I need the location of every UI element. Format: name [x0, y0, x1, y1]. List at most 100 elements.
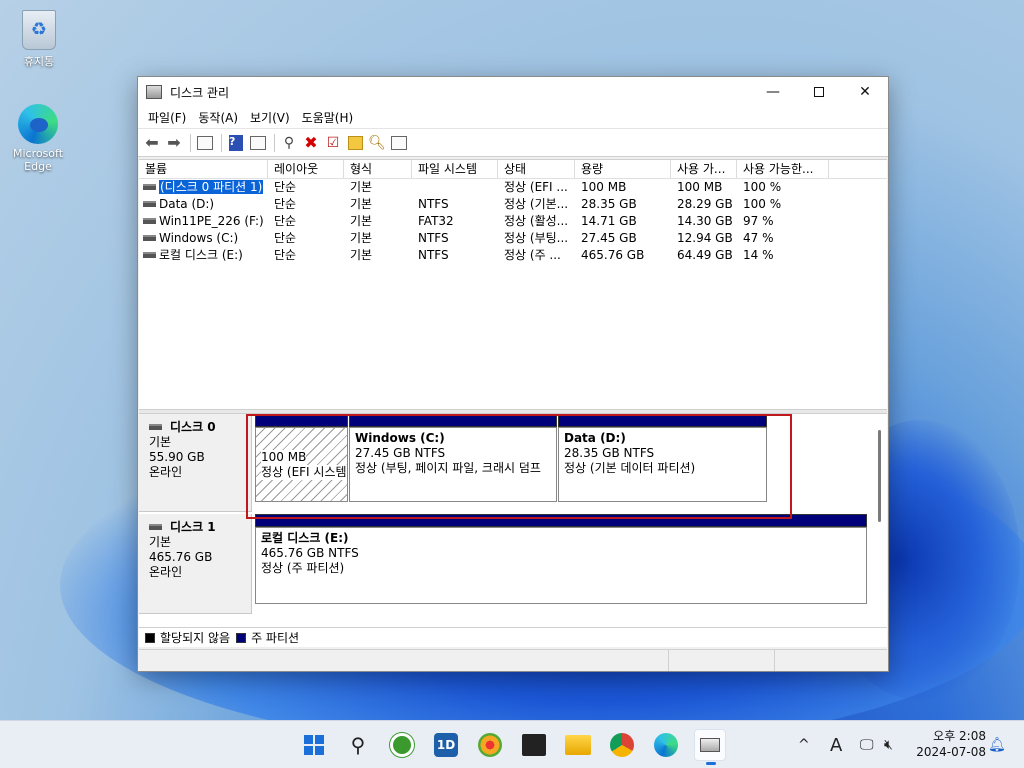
- disk-name: 디스크 1: [149, 520, 251, 535]
- volume-cell-text: 14.30 GB: [677, 214, 733, 228]
- menu-view[interactable]: 보기(V): [244, 109, 296, 126]
- volume-row[interactable]: (디스크 0 파티션 1) 단순 기본 정상 (EFI ... 100 MB 100 MB…: [139, 179, 887, 196]
- volume-cell-free: 12.94 GB: [671, 230, 737, 247]
- utorrent-button[interactable]: [386, 729, 418, 761]
- onedrive-app-button[interactable]: 1D: [430, 729, 462, 761]
- disk-icon: [149, 524, 162, 530]
- col-type[interactable]: 형식: [344, 160, 412, 178]
- disk-size: 55.90 GB: [149, 450, 205, 464]
- partition-size: 100 MB: [261, 450, 307, 465]
- network-icon[interactable]: 🖵︎: [860, 721, 874, 768]
- chrome-button[interactable]: [606, 729, 638, 761]
- col-free[interactable]: 사용 가...: [671, 160, 737, 178]
- partition-size: 465.76 GB NTFS: [261, 546, 359, 560]
- disk-management-taskbar-button[interactable]: [694, 729, 726, 765]
- col-volume[interactable]: 볼륨: [139, 160, 268, 178]
- volume-icon: [143, 252, 156, 258]
- volume-cell-text: 465.76 GB: [581, 248, 645, 262]
- recycle-bin-shortcut[interactable]: 휴지통: [7, 10, 71, 69]
- wizard-icon[interactable]: [389, 133, 409, 153]
- partition-windows[interactable]: Windows (C:) 27.45 GB NTFS 정상 (부팅, 페이지 파…: [349, 414, 557, 502]
- screenshot-tool-button[interactable]: [474, 729, 506, 761]
- volume-row[interactable]: 로컬 디스크 (E:) 단순 기본 NTFS 정상 (주 ... 465.76 GB 64.…: [139, 247, 887, 264]
- menu-action[interactable]: 동작(A): [192, 109, 244, 126]
- volume-cell-text: 단순: [274, 214, 297, 228]
- disk-management-app-icon: [146, 85, 162, 99]
- volume-cell-free: 28.29 GB: [671, 196, 737, 213]
- col-free-pct[interactable]: 사용 가능한...: [737, 160, 829, 178]
- volume-cell-capacity: 27.45 GB: [575, 230, 671, 247]
- toolbar-separator: [221, 133, 222, 152]
- volume-cell-text: 로컬 디스크 (E:): [159, 248, 243, 262]
- menu-file[interactable]: 파일(F): [142, 109, 192, 126]
- menu-help[interactable]: 도움말(H): [296, 109, 360, 126]
- col-layout[interactable]: 레이아웃: [268, 160, 344, 178]
- volume-cell-text: 기본: [350, 248, 373, 262]
- clock-time: 오후 2:08: [933, 729, 986, 743]
- partition-status: 정상 (부팅, 페이지 파일, 크래시 덤프: [355, 461, 541, 475]
- volume-cell-text: 정상 (EFI ...: [504, 180, 568, 194]
- edge-taskbar-button[interactable]: [650, 729, 682, 761]
- tray-overflow-button[interactable]: ^: [798, 721, 810, 768]
- volume-cell-type: 기본: [344, 247, 412, 264]
- disk-label[interactable]: 디스크 1 기본 465.76 GB 온라인: [139, 514, 252, 614]
- volume-cell-layout: 단순: [268, 196, 344, 213]
- volume-cell-text: 47 %: [743, 231, 774, 245]
- check-icon[interactable]: ☑: [323, 133, 343, 153]
- forward-icon[interactable]: ➡: [164, 133, 184, 153]
- partition-data[interactable]: Data (D:) 28.35 GB NTFS 정상 (기본 데이터 파티션): [558, 414, 767, 502]
- volume-row[interactable]: Win11PE_226 (F:) 단순 기본 FAT32 정상 (활성... 14.71 …: [139, 213, 887, 230]
- show-hide-console-icon[interactable]: [195, 133, 215, 153]
- back-icon[interactable]: ⬅: [142, 133, 162, 153]
- volume-muted-icon[interactable]: 🔇︎: [884, 721, 893, 768]
- notification-bell-icon[interactable]: 🔔︎: [988, 721, 1006, 768]
- maximize-button[interactable]: [796, 77, 842, 107]
- disk-management-icon: [700, 738, 720, 752]
- media-player-button[interactable]: [518, 729, 550, 761]
- edge-shortcut[interactable]: Microsoft Edge: [6, 104, 70, 173]
- volume-cell-text: Windows (C:): [159, 231, 239, 245]
- disk-state: 온라인: [149, 565, 183, 579]
- partition-local-disk[interactable]: 로컬 디스크 (E:) 465.76 GB NTFS 정상 (주 파티션): [255, 514, 867, 604]
- start-button[interactable]: [298, 729, 330, 761]
- partition-name: Data (D:): [564, 431, 626, 445]
- disk-kind: 기본: [149, 535, 172, 549]
- connect-icon[interactable]: ⚲: [279, 133, 299, 153]
- properties-icon[interactable]: [248, 133, 268, 153]
- volume-cell-pct: 100 %: [737, 196, 829, 213]
- media-player-icon: [522, 734, 546, 756]
- volume-cell-type: 기본: [344, 196, 412, 213]
- legend: 할당되지 않음 주 파티션: [139, 627, 887, 647]
- volume-row[interactable]: Windows (C:) 단순 기본 NTFS 정상 (부팅... 27.45 GB 12.…: [139, 230, 887, 247]
- volume-cell-text: Win11PE_226 (F:): [159, 214, 264, 228]
- disk-label[interactable]: 디스크 0 기본 55.90 GB 온라인: [139, 414, 252, 512]
- help-icon[interactable]: ?: [226, 133, 246, 153]
- clock[interactable]: 오후 2:08 2024-07-08: [916, 728, 986, 760]
- volume-cell-text: 28.29 GB: [677, 197, 733, 211]
- toolbar: ⬅ ➡ ? ⚲ ✖ ☑ 🔍︎: [138, 129, 888, 157]
- title-bar[interactable]: 디스크 관리 — ✕: [138, 77, 888, 107]
- file-explorer-button[interactable]: [562, 729, 594, 761]
- disk-name-text: 디스크 0: [170, 420, 216, 434]
- partition-efi[interactable]: 100 MB 정상 (EFI 시스템 파티션): [255, 414, 348, 502]
- search-button[interactable]: ⚲: [342, 729, 374, 761]
- col-filesystem[interactable]: 파일 시스템: [412, 160, 498, 178]
- volume-cell-volume: 로컬 디스크 (E:): [139, 247, 268, 264]
- volume-cell-text: 정상 (활성...: [504, 214, 569, 228]
- ime-indicator[interactable]: A: [830, 721, 842, 768]
- import-icon[interactable]: [345, 133, 365, 153]
- col-status[interactable]: 상태: [498, 160, 575, 178]
- vertical-scrollbar[interactable]: [878, 430, 881, 522]
- col-capacity[interactable]: 용량: [575, 160, 671, 178]
- edge-icon: [654, 733, 678, 757]
- volume-row[interactable]: Data (D:) 단순 기본 NTFS 정상 (기본... 28.35 GB 28.29 …: [139, 196, 887, 213]
- volume-cell-status: 정상 (활성...: [498, 213, 575, 230]
- close-button[interactable]: ✕: [842, 77, 888, 107]
- volume-cell-free: 100 MB: [671, 179, 737, 196]
- search-icon[interactable]: 🔍︎: [367, 133, 387, 153]
- volume-cell-text: 정상 (부팅...: [504, 231, 569, 245]
- volume-cell-text: Data (D:): [159, 197, 215, 211]
- delete-icon[interactable]: ✖: [301, 133, 321, 153]
- minimize-button[interactable]: —: [750, 77, 796, 107]
- edge-icon: [18, 104, 58, 144]
